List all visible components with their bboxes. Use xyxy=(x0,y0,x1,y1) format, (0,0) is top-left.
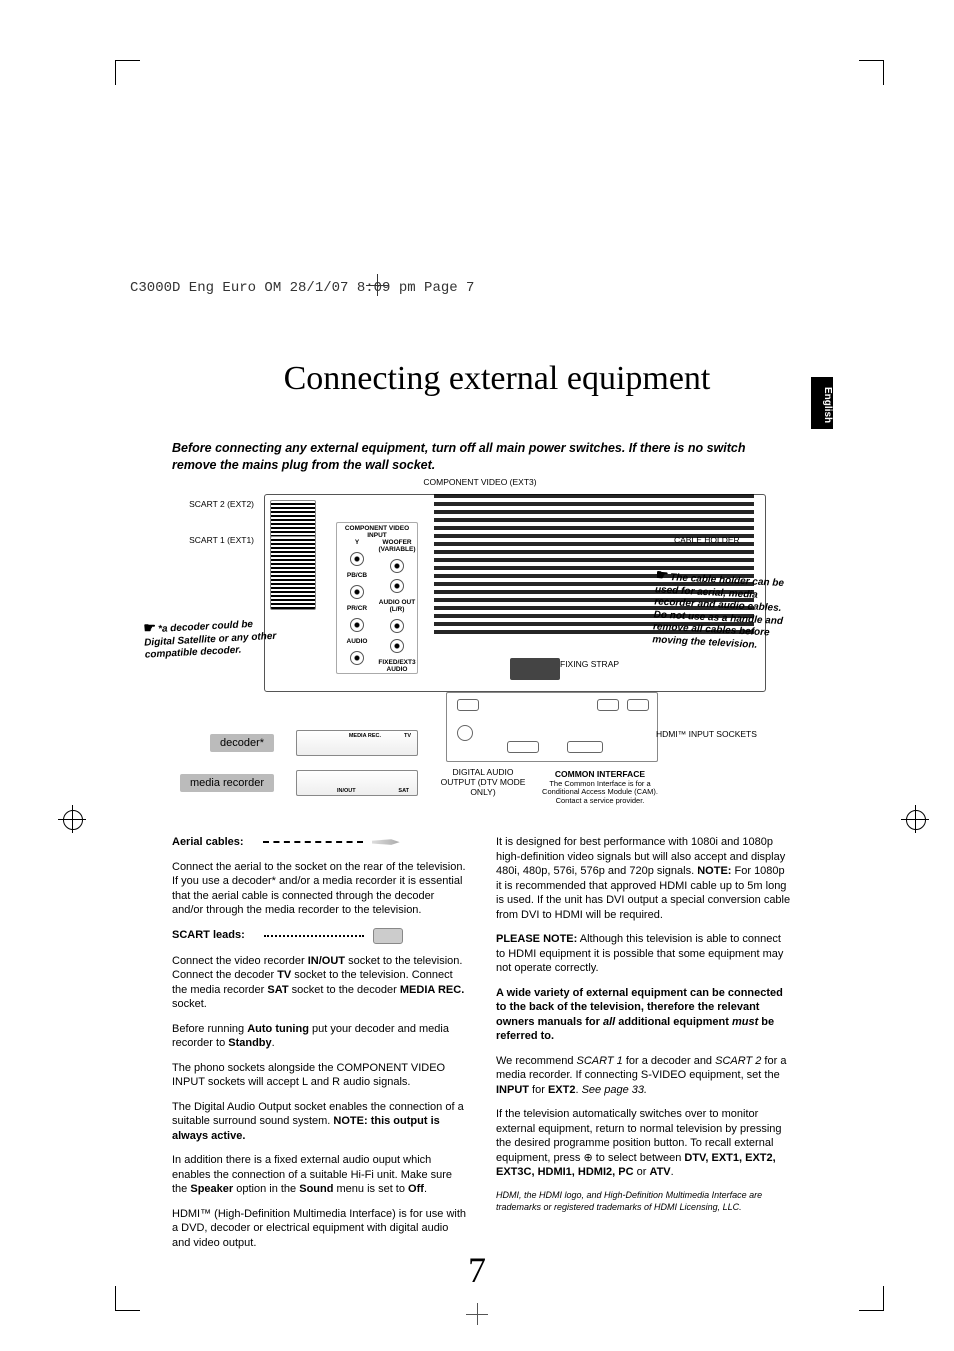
aerial-heading: Aerial cables: xyxy=(172,835,244,850)
cable-holder-callout: ☛The cable holder can be used for aerial… xyxy=(652,566,796,653)
port-mediarec: MEDIA REC. xyxy=(349,733,381,739)
rca-jack-icon xyxy=(350,618,364,632)
port-inout: IN/OUT xyxy=(337,788,356,794)
rear-panel-diagram: COMPONENT VIDEO (EXT3) SCART 2 (EXT2) SC… xyxy=(150,480,790,820)
print-slug: C3000D Eng Euro OM 28/1/07 8:09 pm Page … xyxy=(130,280,474,296)
auto-switch-para: If the television automatically switches… xyxy=(496,1107,792,1180)
cable-holder-label: CABLE HOLDER xyxy=(674,536,784,546)
pointing-hand-icon: ☛ xyxy=(143,619,156,637)
port-tv: TV xyxy=(404,733,411,739)
hdmi-port-icon xyxy=(627,699,649,711)
registration-mark xyxy=(58,805,86,833)
dashed-line-icon xyxy=(263,841,363,843)
rca-jack-icon xyxy=(350,552,364,566)
body-columns: Aerial cables: Connect the aerial to the… xyxy=(172,835,792,1260)
media-recorder-device-icon: IN/OUT SAT xyxy=(296,770,418,796)
rca-jack-icon xyxy=(390,619,404,633)
scart1-socket-icon xyxy=(270,536,316,610)
scart-para: Connect the video recorder IN/OUT socket… xyxy=(172,954,468,1012)
scart1-label: SCART 1 (EXT1) xyxy=(160,536,254,546)
fixed-audio-label: FIXED/EXT3 AUDIO xyxy=(377,659,417,673)
tv-stand-icon xyxy=(510,658,560,680)
lower-io-panel xyxy=(446,692,658,762)
language-tab: English xyxy=(811,377,833,429)
scart2-label: SCART 2 (EXT2) xyxy=(160,500,254,510)
pr-label: PR/CR xyxy=(337,605,377,612)
dotted-line-icon xyxy=(264,935,364,937)
hdmi-sockets-label: HDMI™ INPUT SOCKETS xyxy=(656,730,766,740)
rca-jack-icon xyxy=(390,579,404,593)
port-icon xyxy=(457,699,479,711)
hdmi-trademark: HDMI, the HDMI logo, and High-Definition… xyxy=(496,1190,792,1214)
scart-heading: SCART leads: xyxy=(172,928,245,943)
slug-crosshair-icon xyxy=(370,278,384,292)
left-column: Aerial cables: Connect the aerial to the… xyxy=(172,835,468,1260)
scart-heading-row: SCART leads: xyxy=(172,928,468,944)
component-video-label: COMPONENT VIDEO (EXT3) xyxy=(410,478,550,488)
aerial-para: Connect the aerial to the socket on the … xyxy=(172,860,468,918)
common-interface-slot-icon xyxy=(507,741,539,753)
variety-para: A wide variety of external equipment can… xyxy=(496,986,792,1044)
component-audio-panel: COMPONENT VIDEO INPUT Y PB/CB PR/CR AUDI… xyxy=(336,522,418,674)
cable-holder-callout-text: The cable holder can be used for aerial,… xyxy=(652,572,784,650)
manual-page: C3000D Eng Euro OM 28/1/07 8:09 pm Page … xyxy=(0,0,954,1351)
fixed-audio-para: In addition there is a fixed external au… xyxy=(172,1153,468,1197)
audio-out-label: AUDIO OUT (L/R) xyxy=(377,599,417,613)
headphone-icon xyxy=(457,725,473,741)
pc-port-icon xyxy=(567,741,603,753)
y-label: Y xyxy=(337,539,377,546)
ci-note: The Common Interface is for a Conditiona… xyxy=(540,780,660,806)
page-title: Connecting external equipment xyxy=(170,360,824,398)
recommend-para: We recommend SCART 1 for a decoder and S… xyxy=(496,1054,792,1098)
common-interface-label: COMMON INTERFACE The Common Interface is… xyxy=(540,770,660,806)
input-select-icon: ⊕ xyxy=(583,1152,592,1164)
phono-para: The phono sockets alongside the COMPONEN… xyxy=(172,1061,468,1090)
rca-jack-icon xyxy=(390,639,404,653)
rca-jack-icon xyxy=(390,559,404,573)
rca-jack-icon xyxy=(350,651,364,665)
hdmi-port-icon xyxy=(597,699,619,711)
aerial-heading-row: Aerial cables: xyxy=(172,835,468,850)
crop-mark xyxy=(859,60,884,85)
port-sat: SAT xyxy=(398,788,409,794)
decoder-callout-text: *a decoder could be Digital Satellite or… xyxy=(144,619,277,661)
pointing-hand-icon: ☛ xyxy=(655,566,669,585)
audio-label: AUDIO xyxy=(337,638,377,645)
scart-plug-icon xyxy=(373,928,403,944)
bottom-crosshair-icon xyxy=(470,1307,484,1321)
media-recorder-box-label: media recorder xyxy=(180,774,274,792)
decoder-box-label: decoder* xyxy=(210,734,274,752)
decoder-callout: ☛*a decoder could be Digital Satellite o… xyxy=(143,612,285,662)
right-column: It is designed for best performance with… xyxy=(496,835,792,1260)
digital-audio-para: The Digital Audio Output socket enables … xyxy=(172,1100,468,1144)
page-number: 7 xyxy=(0,1249,954,1291)
hdmi-para: HDMI™ (High-Definition Multimedia Interf… xyxy=(172,1207,468,1251)
woofer-label: WOOFER (VARIABLE) xyxy=(377,539,417,553)
intro-warning: Before connecting any external equipment… xyxy=(172,440,762,474)
hdmi-perf-para: It is designed for best performance with… xyxy=(496,835,792,922)
rca-jack-icon xyxy=(350,585,364,599)
autotune-para: Before running Auto tuning put your deco… xyxy=(172,1022,468,1051)
fixing-strap-label: FIXING STRAP xyxy=(560,660,650,670)
please-note-para: PLEASE NOTE: Although this television is… xyxy=(496,932,792,976)
ext3-text: COMPONENT VIDEO INPUT xyxy=(337,525,417,539)
registration-mark xyxy=(901,805,929,833)
decoder-device-icon: TV MEDIA REC. xyxy=(296,730,418,756)
crop-mark xyxy=(115,60,140,85)
aerial-plug-icon xyxy=(372,835,400,849)
pb-label: PB/CB xyxy=(337,572,377,579)
digital-audio-label: DIGITAL AUDIO OUTPUT (DTV MODE ONLY) xyxy=(436,768,530,797)
